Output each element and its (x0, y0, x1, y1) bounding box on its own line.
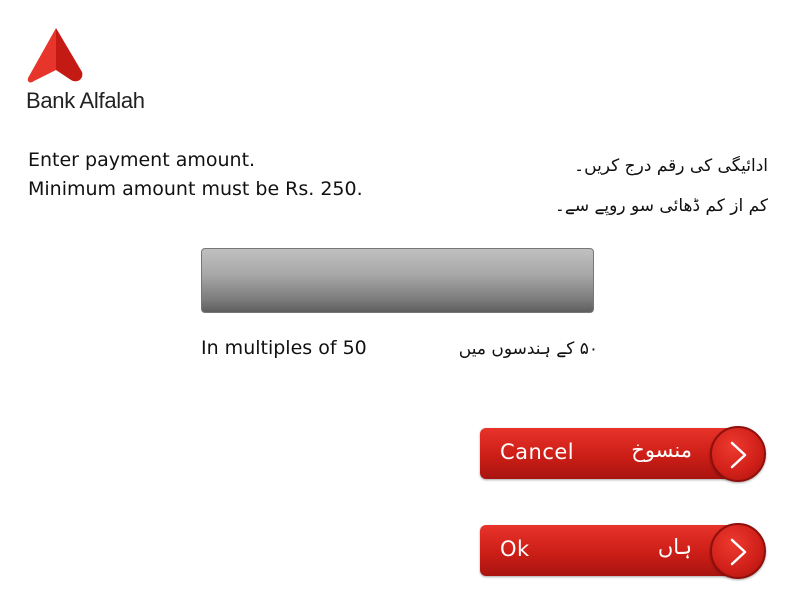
brand-name: Bank Alfalah (26, 88, 145, 113)
instruction-line-1: Enter payment amount. (28, 149, 256, 171)
instructions-english: Enter payment amount. Minimum amount mus… (28, 146, 363, 204)
cancel-button[interactable]: Cancel منسوخ (480, 426, 770, 482)
multiples-hint: In multiples of 50 (201, 337, 367, 359)
chevron-right-icon (730, 538, 747, 566)
instruction-line-2: Minimum amount must be Rs. 250. (28, 178, 363, 200)
bank-logo: Bank Alfalah (26, 26, 166, 116)
cancel-label-urdu: منسوخ (631, 438, 692, 462)
instruction-urdu-line-2: کم از کم ڈھائی سو روپے سے۔ (554, 196, 768, 216)
amount-input[interactable] (201, 248, 594, 313)
ok-label-urdu: ہاں (657, 535, 692, 559)
instructions-urdu: ادائیگی کی رقم درج کریں۔ کم از کم ڈھائی … (555, 146, 768, 226)
multiples-hint-urdu: ۵۰ کے ہندسوں میں (458, 339, 598, 359)
ok-label: Ok (500, 537, 530, 561)
instruction-urdu-line-1: ادائیگی کی رقم درج کریں۔ (574, 156, 768, 176)
ok-button[interactable]: Ok ہاں (480, 523, 770, 579)
cancel-chevron-circle[interactable] (710, 426, 766, 482)
chevron-right-icon (730, 441, 747, 469)
cancel-label: Cancel (500, 440, 575, 464)
logo-mark-icon (27, 28, 83, 83)
ok-chevron-circle[interactable] (710, 523, 766, 579)
